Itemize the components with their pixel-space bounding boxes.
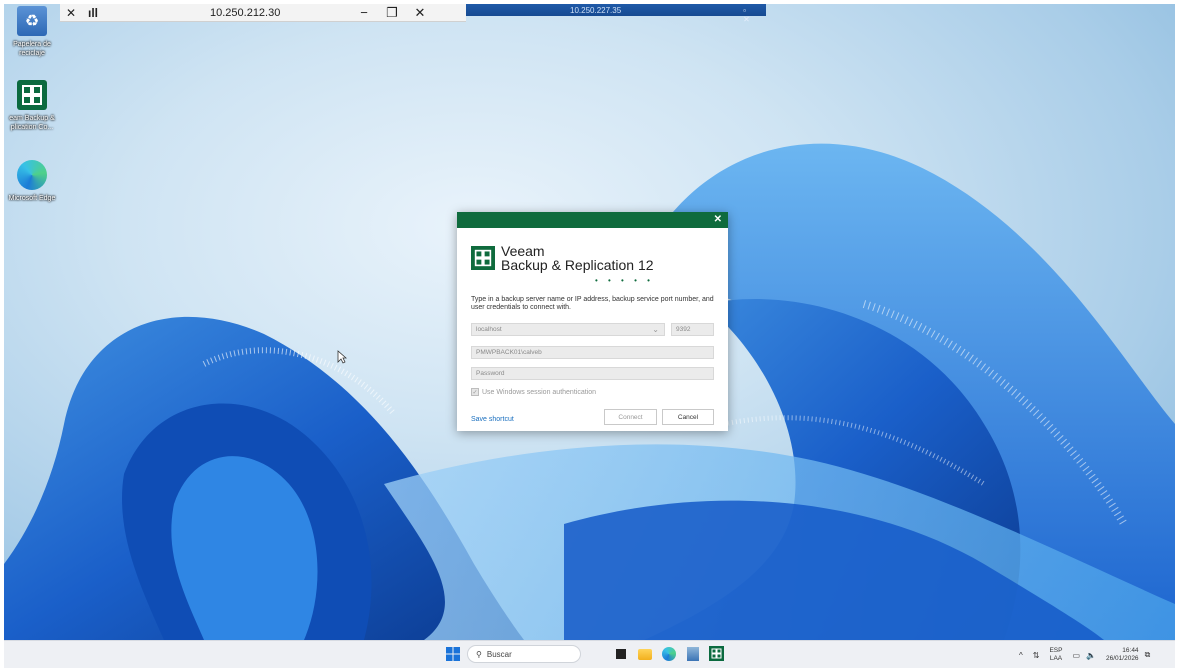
notification-icon[interactable]: ⧉ xyxy=(1145,650,1151,660)
search-icon: ⚲ xyxy=(476,649,482,659)
remote-host-ip: 10.250.212.30 xyxy=(210,6,281,19)
clock-time: 16:44 xyxy=(1122,647,1139,654)
mouse-cursor-icon xyxy=(337,350,347,364)
veeam-app-icon xyxy=(17,80,47,110)
username-field[interactable]: PMWPBACK01\calveb xyxy=(471,346,714,359)
server-name-dropdown[interactable]: localhost ⌄ xyxy=(471,323,665,336)
network-icon[interactable]: ⇅ xyxy=(1033,651,1040,660)
clock-date: 26/01/2026 xyxy=(1106,655,1139,662)
server-manager-icon xyxy=(687,647,699,661)
desktop-icon-label: Papelera de reciclaje xyxy=(13,41,51,57)
task-view-icon xyxy=(616,649,626,659)
connect-button[interactable]: Connect xyxy=(604,409,657,425)
veeam-connect-dialog: ✕ Veeam Backup & Replication 12 • • • • … xyxy=(457,212,728,431)
veeam-taskbar-button[interactable] xyxy=(709,646,725,662)
remote-connection-bar-secondary: 10.250.227.35 – ▫ ✕ xyxy=(466,4,766,24)
taskbar: ⚲ Buscar ^ ⇅ ESP LAA ▭ 🔈 16:44 26/01/202… xyxy=(4,640,1175,668)
window-controls[interactable]: – ▫ ✕ xyxy=(743,4,766,24)
chevron-down-icon: ⌄ xyxy=(652,325,659,334)
task-view-button[interactable] xyxy=(613,646,629,662)
folder-icon xyxy=(638,649,652,660)
dialog-instructions: Type in a backup server name or IP addre… xyxy=(471,296,714,311)
restore-button[interactable]: ❐ xyxy=(378,5,406,21)
username-value: PMWPBACK01\calveb xyxy=(476,349,542,356)
signal-strength-icon: ıll xyxy=(87,5,98,20)
remote-desktop-screen: ♻ Papelera de reciclaje eam Backup & pli… xyxy=(4,4,1175,640)
desktop-icon-label: eam Backup & plication Co... xyxy=(9,115,55,131)
display-icon[interactable]: ▭ xyxy=(1072,651,1080,660)
windows-auth-checkbox[interactable]: ✓ Use Windows session authentication xyxy=(471,388,596,396)
windows-logo-icon xyxy=(446,647,460,661)
desktop-icon-recycle-bin[interactable]: ♻ Papelera de reciclaje xyxy=(4,6,60,58)
clock[interactable]: 16:44 26/01/2026 xyxy=(1106,647,1139,663)
server-manager-button[interactable] xyxy=(685,646,701,662)
password-placeholder: Password xyxy=(476,370,505,377)
edge-browser-icon xyxy=(662,647,676,661)
dialog-close-button[interactable]: ✕ xyxy=(714,214,722,225)
chevron-up-icon[interactable]: ^ xyxy=(1019,651,1023,660)
remote-host-ip-secondary: 10.250.227.35 xyxy=(570,5,622,15)
taskbar-search[interactable]: ⚲ Buscar xyxy=(467,645,581,663)
dialog-title-bar: ✕ xyxy=(457,212,728,228)
language-indicator[interactable]: ESP LAA xyxy=(1049,647,1062,663)
product-name-line1: Veeam xyxy=(501,243,545,259)
server-name-value: localhost xyxy=(476,326,502,333)
loading-dots: • • • • • xyxy=(595,276,654,285)
minimize-button[interactable]: − xyxy=(350,5,378,20)
cancel-button[interactable]: Cancel xyxy=(662,409,714,425)
edge-taskbar-button[interactable] xyxy=(661,646,677,662)
desktop-icon-label: Microsoft Edge xyxy=(8,195,56,202)
desktop-icon-veeam-console[interactable]: eam Backup & plication Co... xyxy=(4,80,60,132)
volume-icon[interactable]: 🔈 xyxy=(1086,651,1096,660)
product-branding: Veeam Backup & Replication 12 xyxy=(471,244,654,272)
recycle-bin-icon: ♻ xyxy=(17,6,47,36)
search-placeholder: Buscar xyxy=(486,649,512,659)
checkmark-icon: ✓ xyxy=(471,388,479,396)
desktop-icon-edge[interactable]: Microsoft Edge xyxy=(4,160,60,203)
system-tray: ^ ⇅ ESP LAA ▭ 🔈 16:44 26/01/2026 ⧉ xyxy=(1019,641,1150,668)
product-name-line2: Backup & Replication 12 xyxy=(501,257,654,273)
start-button[interactable] xyxy=(445,646,461,662)
language-code: ESP xyxy=(1049,647,1063,654)
veeam-logo-icon xyxy=(471,246,495,270)
pin-icon[interactable]: ✕ xyxy=(60,6,82,20)
file-explorer-button[interactable] xyxy=(637,646,653,662)
veeam-app-icon xyxy=(709,646,724,661)
remote-connection-bar: ✕ ıll 10.250.212.30 − ❐ ✕ xyxy=(60,4,466,22)
save-shortcut-link[interactable]: Save shortcut xyxy=(471,416,514,423)
close-button[interactable]: ✕ xyxy=(406,5,434,21)
password-field[interactable]: Password xyxy=(471,367,714,380)
edge-browser-icon xyxy=(17,160,47,190)
port-field[interactable]: 9392 xyxy=(671,323,714,336)
port-value: 9392 xyxy=(676,326,691,333)
keyboard-layout: LAA xyxy=(1049,655,1063,662)
windows-auth-label: Use Windows session authentication xyxy=(482,388,597,396)
